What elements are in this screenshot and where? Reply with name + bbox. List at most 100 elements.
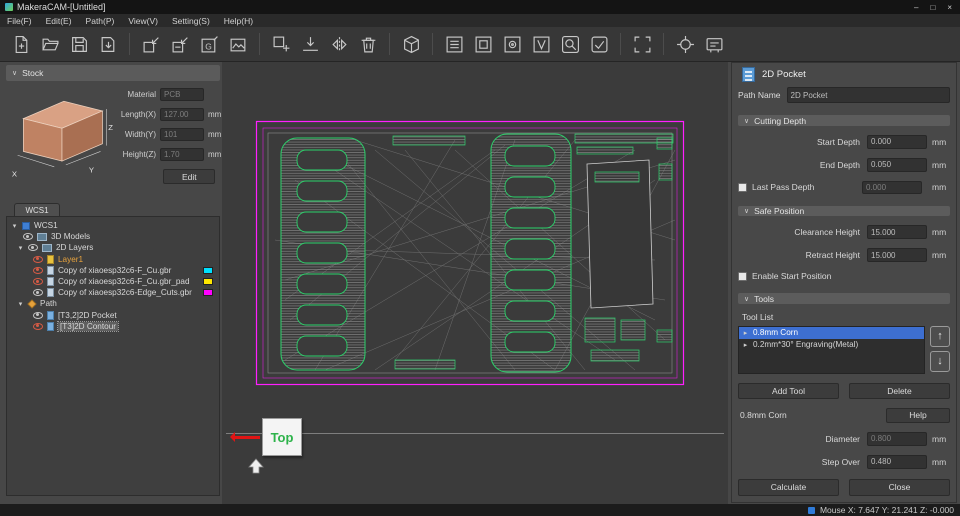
tree-item-path[interactable]: ▾ Path bbox=[7, 298, 219, 309]
path-contour-icon[interactable] bbox=[470, 31, 496, 57]
tree-caret-icon[interactable]: ▾ bbox=[11, 222, 18, 230]
simulate-icon[interactable] bbox=[586, 31, 612, 57]
unit-label: mm bbox=[932, 433, 947, 444]
tree-item-3d-models[interactable]: 3D Models bbox=[7, 231, 219, 242]
visibility-eye-icon[interactable] bbox=[33, 322, 43, 330]
tool-list-item[interactable]: ▸ 0.2mm*30° Engraving(Metal) bbox=[739, 339, 924, 351]
enable-start-position-label: Enable Start Position bbox=[752, 271, 832, 282]
material-select[interactable] bbox=[160, 88, 204, 101]
add-shape-icon[interactable] bbox=[268, 31, 294, 57]
length-input[interactable] bbox=[160, 108, 204, 121]
new-file-icon[interactable] bbox=[8, 31, 34, 57]
menu-help[interactable]: Help(H) bbox=[217, 14, 260, 27]
tree-item-2d-contour[interactable]: [T3]2D Contour bbox=[7, 320, 219, 332]
move-tool-up-button[interactable]: ↑ bbox=[930, 325, 950, 347]
tree-item-label: Path bbox=[40, 299, 57, 309]
clearance-height-input[interactable] bbox=[867, 225, 927, 240]
visibility-eye-icon[interactable] bbox=[28, 244, 38, 252]
last-pass-depth-checkbox[interactable] bbox=[738, 182, 747, 192]
tree-item-wcs1[interactable]: ▾ WCS1 bbox=[7, 220, 219, 231]
safe-position-section-header[interactable]: ∨ Safe Position bbox=[738, 205, 950, 217]
visibility-eye-icon[interactable] bbox=[33, 278, 43, 286]
delete-icon[interactable] bbox=[355, 31, 381, 57]
collapse-caret-icon[interactable]: ∨ bbox=[744, 117, 749, 125]
mirror-icon[interactable] bbox=[326, 31, 352, 57]
layer-color-swatch[interactable] bbox=[203, 278, 213, 286]
preview-icon[interactable] bbox=[557, 31, 583, 57]
path-name-input[interactable] bbox=[786, 87, 950, 104]
open-file-icon[interactable] bbox=[37, 31, 63, 57]
help-button[interactable]: Help bbox=[886, 407, 950, 423]
length-unit: mm bbox=[208, 110, 222, 119]
add-tool-button[interactable]: Add Tool bbox=[738, 382, 839, 399]
edit-stock-button[interactable]: Edit bbox=[163, 169, 216, 184]
enable-start-position-checkbox[interactable] bbox=[738, 271, 747, 281]
tool-list-item[interactable]: ▸ 0.8mm Corn bbox=[739, 326, 924, 339]
last-pass-depth-input[interactable] bbox=[862, 180, 922, 194]
tree-item-layer1[interactable]: Layer1 bbox=[7, 254, 219, 265]
delete-tool-button[interactable]: Delete bbox=[849, 382, 950, 399]
visibility-eye-icon[interactable] bbox=[33, 311, 43, 319]
visibility-eye-icon[interactable] bbox=[33, 255, 43, 263]
maximize-icon[interactable]: □ bbox=[930, 3, 935, 12]
menu-view[interactable]: View(V) bbox=[121, 14, 165, 27]
collapse-caret-icon[interactable]: ∨ bbox=[12, 69, 17, 77]
view-orientation-label[interactable]: Top bbox=[262, 418, 302, 456]
menu-file[interactable]: File(F) bbox=[0, 14, 39, 27]
path-engrave-icon[interactable] bbox=[528, 31, 554, 57]
visibility-eye-icon[interactable] bbox=[23, 233, 33, 241]
machine-panel-icon[interactable] bbox=[701, 31, 727, 57]
step-over-input[interactable] bbox=[867, 454, 927, 469]
import-2d-vector-icon[interactable] bbox=[167, 31, 193, 57]
menu-path[interactable]: Path(P) bbox=[79, 14, 122, 27]
layer-color-swatch[interactable] bbox=[203, 266, 213, 274]
layer-icon bbox=[47, 254, 54, 264]
collapse-caret-icon[interactable]: ∨ bbox=[744, 295, 749, 303]
viewport[interactable]: Top bbox=[222, 62, 728, 504]
visibility-eye-icon[interactable] bbox=[33, 266, 43, 274]
tools-section-header[interactable]: ∨ Tools bbox=[738, 293, 950, 304]
expand-icon[interactable]: ▸ bbox=[742, 341, 749, 349]
tree-item-2d-layers[interactable]: ▾ 2D Layers bbox=[7, 242, 219, 253]
path-name-label: Path Name bbox=[738, 90, 781, 101]
width-input[interactable] bbox=[160, 128, 204, 141]
tree-item-2d-pocket[interactable]: [T3,2]2D Pocket bbox=[7, 310, 219, 321]
push-to-plane-icon[interactable] bbox=[297, 31, 323, 57]
layer-color-swatch[interactable] bbox=[203, 289, 213, 297]
height-input[interactable] bbox=[160, 148, 204, 161]
tab-wcs1[interactable]: WCS1 bbox=[14, 203, 60, 216]
start-depth-input[interactable] bbox=[867, 134, 927, 149]
collapse-caret-icon[interactable]: ∨ bbox=[744, 207, 749, 215]
import-3d-model-icon[interactable] bbox=[138, 31, 164, 57]
stock-section-header[interactable]: ∨ Stock bbox=[6, 65, 220, 81]
tree-item-copy-f-cu[interactable]: Copy of xiaoesp32c6-F_Cu.gbr bbox=[7, 265, 219, 276]
visibility-eye-icon[interactable] bbox=[33, 289, 43, 297]
set-origin-icon[interactable] bbox=[672, 31, 698, 57]
tree-caret-icon[interactable]: ▾ bbox=[17, 244, 24, 252]
tree-item-copy-f-cu-pad[interactable]: Copy of xiaoesp32c6-F_Cu.gbr_pad bbox=[7, 276, 219, 287]
save-file-icon[interactable] bbox=[66, 31, 92, 57]
end-depth-input[interactable] bbox=[867, 157, 927, 172]
close-button[interactable]: Close bbox=[849, 478, 950, 496]
path-pocket-icon[interactable] bbox=[441, 31, 467, 57]
diameter-input[interactable] bbox=[867, 431, 927, 446]
gerber-file-icon bbox=[47, 288, 54, 298]
import-image-icon[interactable] bbox=[225, 31, 251, 57]
save-as-icon[interactable] bbox=[95, 31, 121, 57]
fit-view-icon[interactable] bbox=[629, 31, 655, 57]
expand-icon[interactable]: ▸ bbox=[742, 329, 749, 337]
calculate-button[interactable]: Calculate bbox=[738, 478, 839, 496]
path-drill-icon[interactable] bbox=[499, 31, 525, 57]
minimize-icon[interactable]: – bbox=[914, 3, 918, 12]
project-tree: ▾ WCS1 3D Models ▾ 2D Layers Layer1 Copy… bbox=[6, 216, 220, 496]
3d-view-icon[interactable] bbox=[398, 31, 424, 57]
retract-height-input[interactable] bbox=[867, 248, 927, 263]
cutting-depth-section-header[interactable]: ∨ Cutting Depth bbox=[738, 115, 950, 126]
tree-caret-icon[interactable]: ▾ bbox=[17, 300, 24, 308]
menu-setting[interactable]: Setting(S) bbox=[165, 14, 217, 27]
menu-edit[interactable]: Edit(E) bbox=[39, 14, 79, 27]
close-icon[interactable]: × bbox=[947, 3, 952, 12]
tree-item-edge-cuts[interactable]: Copy of xiaoesp32c6-Edge_Cuts.gbr bbox=[7, 287, 219, 298]
import-gerber-icon[interactable]: G bbox=[196, 31, 222, 57]
move-tool-down-button[interactable]: ↓ bbox=[930, 350, 950, 372]
